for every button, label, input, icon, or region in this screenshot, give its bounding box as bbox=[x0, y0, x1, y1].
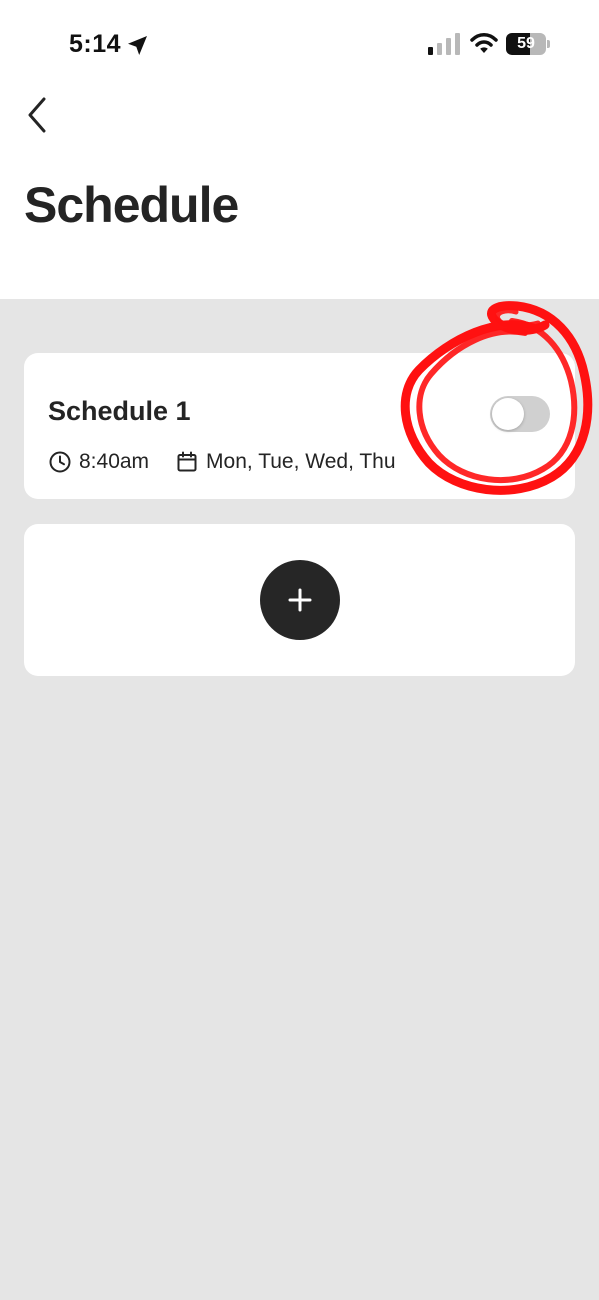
add-schedule-card[interactable] bbox=[24, 524, 575, 676]
status-time: 5:14 bbox=[69, 30, 122, 58]
signal-bar-2 bbox=[437, 43, 442, 55]
schedule-toggle[interactable] bbox=[490, 396, 550, 432]
signal-bar-4 bbox=[455, 33, 460, 55]
clock-icon bbox=[49, 451, 71, 473]
calendar-icon bbox=[177, 451, 197, 472]
wifi-icon bbox=[470, 33, 498, 53]
back-button[interactable] bbox=[20, 93, 54, 137]
schedule-details: 8:40am Mon, Tue, Wed, Thu bbox=[48, 449, 396, 475]
battery-percent: 59 bbox=[517, 35, 535, 52]
battery-body: 59 bbox=[506, 33, 546, 55]
plus-icon bbox=[288, 588, 312, 612]
schedule-name: Schedule 1 bbox=[48, 396, 191, 426]
toggle-knob bbox=[492, 398, 524, 430]
signal-bar-1 bbox=[428, 47, 433, 55]
schedule-time: 8:40am bbox=[79, 450, 150, 473]
location-arrow-icon bbox=[128, 36, 147, 55]
chevron-left-icon bbox=[28, 97, 46, 133]
schedule-days: Mon, Tue, Wed, Thu bbox=[206, 450, 396, 473]
battery-cap bbox=[547, 40, 550, 48]
page-title: Schedule bbox=[24, 177, 239, 233]
signal-bar-3 bbox=[446, 38, 451, 55]
status-bar: 5:14 59 bbox=[0, 0, 599, 90]
schedule-screen: 5:14 59 Schedule Schedule 1 8:40am Mon, … bbox=[0, 0, 599, 1300]
add-schedule-button[interactable] bbox=[260, 560, 340, 640]
battery-icon: 59 bbox=[506, 33, 550, 55]
header-area: 5:14 59 Schedule bbox=[0, 0, 599, 299]
cellular-signal-icon bbox=[428, 33, 460, 55]
schedule-card[interactable]: Schedule 1 8:40am Mon, Tue, Wed, Thu bbox=[24, 353, 575, 499]
